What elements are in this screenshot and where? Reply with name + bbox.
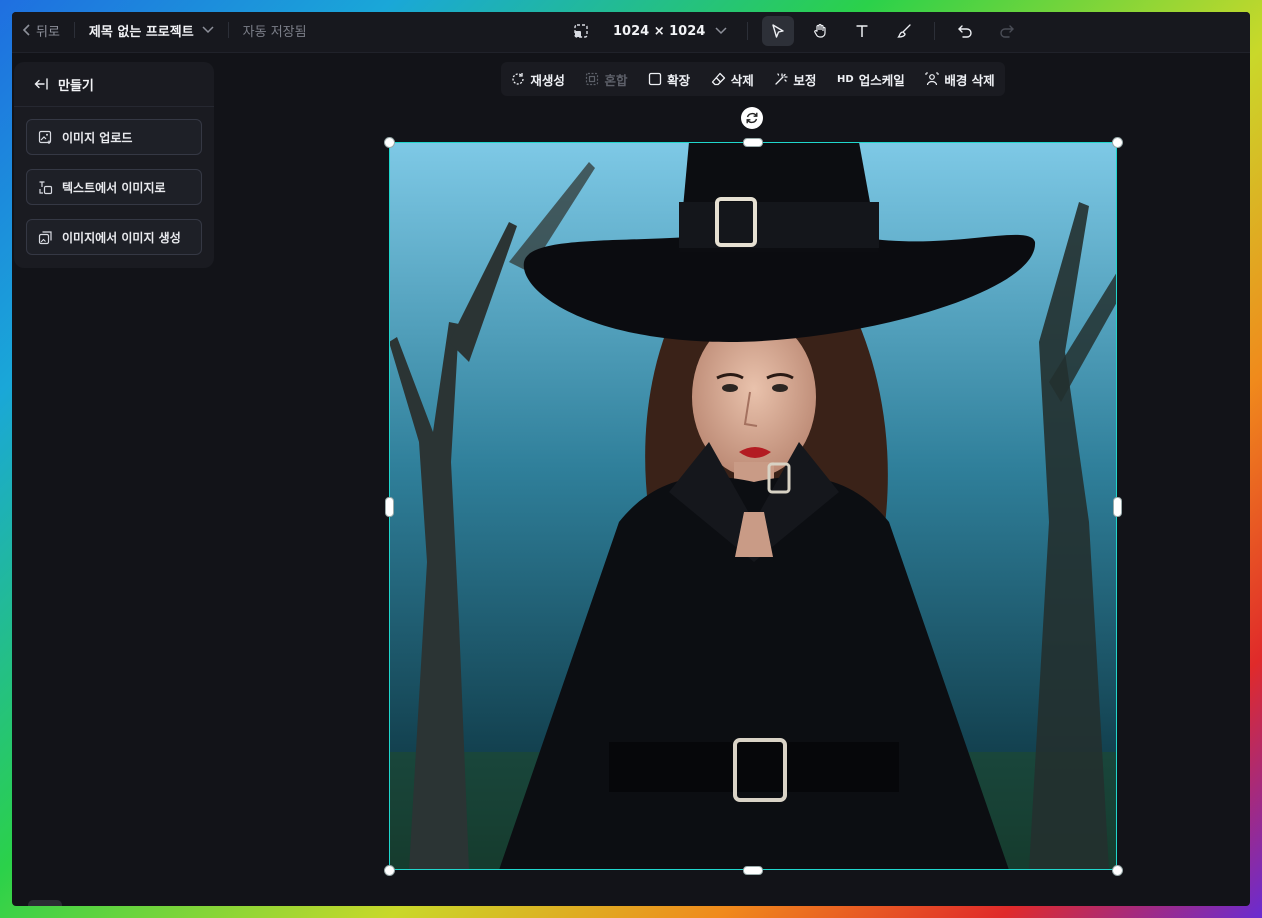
text-to-image-icon <box>39 180 53 194</box>
panel-collapse-button[interactable]: 만들기 <box>14 62 214 107</box>
create-panel: 만들기 이미지 업로드 텍스트에서 이미지로 이미지에서 이미지 생성 <box>14 62 214 268</box>
text-to-image-button[interactable]: 텍스트에서 이미지로 <box>26 169 202 205</box>
retouch-label: 보정 <box>793 72 817 88</box>
expand-icon <box>648 72 662 86</box>
upscale-button[interactable]: HD 업스케일 <box>837 70 905 89</box>
divider <box>934 22 936 40</box>
brush-tool[interactable] <box>888 16 920 46</box>
resize-handle-bottom-left[interactable] <box>384 865 395 876</box>
rotate-icon <box>746 112 758 124</box>
brush-icon <box>897 24 911 38</box>
resize-handle-top-right[interactable] <box>1112 137 1123 148</box>
resize-icon <box>574 24 588 38</box>
back-label: 뒤로 <box>36 24 60 40</box>
canvas-size-dropdown[interactable]: 1024 × 1024 <box>607 24 733 39</box>
upload-image-label: 이미지 업로드 <box>62 130 133 145</box>
text-icon <box>856 25 868 37</box>
back-button[interactable]: 뒤로 <box>22 21 60 40</box>
expand-label: 확장 <box>667 72 691 88</box>
erase-button[interactable]: 삭제 <box>711 70 754 89</box>
image-toolbar: 재생성 혼합 확장 삭제 보정 HD 업스케일 배경 삭제 <box>501 62 1005 96</box>
blend-icon <box>586 72 599 86</box>
autosave-status: 자동 저장됨 <box>242 24 307 40</box>
redo-icon <box>1000 25 1015 38</box>
blend-label: 혼합 <box>604 72 628 88</box>
chevron-down-icon <box>715 27 727 35</box>
eraser-icon <box>711 72 725 86</box>
top-bar: 뒤로 제목 없는 프로젝트 자동 저장됨 1024 × 1024 <box>12 12 1250 53</box>
resize-handle-left[interactable] <box>385 497 394 517</box>
hand-tool[interactable] <box>804 16 836 46</box>
top-bar-tools: 1024 × 1024 <box>565 16 1023 46</box>
canvas-size: 1024 × 1024 <box>613 23 706 39</box>
witch-portrait-image <box>389 142 1117 870</box>
rotate-handle[interactable] <box>741 107 763 129</box>
canvas-image[interactable] <box>389 142 1117 870</box>
remove-background-label: 배경 삭제 <box>944 72 995 88</box>
divider <box>227 22 229 38</box>
expand-button[interactable]: 확장 <box>648 70 690 89</box>
undo-icon <box>958 25 972 38</box>
chevron-down-icon <box>202 26 214 34</box>
app-window: 뒤로 제목 없는 프로젝트 자동 저장됨 1024 × 1024 만들기 이미지… <box>12 12 1250 906</box>
cursor-arrow-icon <box>772 24 785 38</box>
upscale-label: 업스케일 <box>858 72 905 88</box>
hand-icon <box>814 23 826 38</box>
resize-handle-right[interactable] <box>1113 497 1122 517</box>
regenerate-button[interactable]: 재생성 <box>511 70 565 89</box>
image-upload-icon <box>38 130 52 144</box>
regenerate-icon <box>512 73 524 85</box>
select-tool[interactable] <box>762 16 795 46</box>
magic-wand-icon <box>775 73 789 85</box>
resize-handle-bottom-right[interactable] <box>1112 865 1123 876</box>
upload-image-button[interactable]: 이미지 업로드 <box>26 119 202 155</box>
text-to-image-label: 텍스트에서 이미지로 <box>62 180 166 195</box>
erase-label: 삭제 <box>730 72 754 88</box>
regenerate-label: 재생성 <box>530 72 565 88</box>
top-bar-left: 뒤로 제목 없는 프로젝트 자동 저장됨 <box>22 12 307 48</box>
arrow-left-bar-icon <box>34 78 48 90</box>
resize-handle-top[interactable] <box>743 138 763 147</box>
remove-background-icon <box>925 72 939 86</box>
panel-title: 만들기 <box>58 78 94 94</box>
undo-button[interactable] <box>949 16 981 46</box>
hd-badge: HD <box>837 73 854 85</box>
image-to-image-icon <box>38 230 52 244</box>
divider <box>73 22 75 38</box>
chevron-left-icon <box>22 24 30 36</box>
divider <box>747 22 749 40</box>
resize-handle-bottom[interactable] <box>743 866 763 875</box>
resize-handle-top-left[interactable] <box>384 137 395 148</box>
project-title-dropdown[interactable]: 제목 없는 프로젝트 <box>89 21 214 40</box>
redo-button[interactable] <box>991 16 1023 46</box>
retouch-button[interactable]: 보정 <box>774 70 816 89</box>
text-tool[interactable] <box>846 16 878 46</box>
image-to-image-button[interactable]: 이미지에서 이미지 생성 <box>26 219 202 255</box>
image-to-image-label: 이미지에서 이미지 생성 <box>62 230 181 245</box>
bottom-left-chip[interactable] <box>28 900 62 906</box>
resize-canvas-button[interactable] <box>565 16 597 46</box>
project-title: 제목 없는 프로젝트 <box>88 24 194 40</box>
remove-background-button[interactable]: 배경 삭제 <box>925 70 995 89</box>
blend-button[interactable]: 혼합 <box>585 70 627 89</box>
